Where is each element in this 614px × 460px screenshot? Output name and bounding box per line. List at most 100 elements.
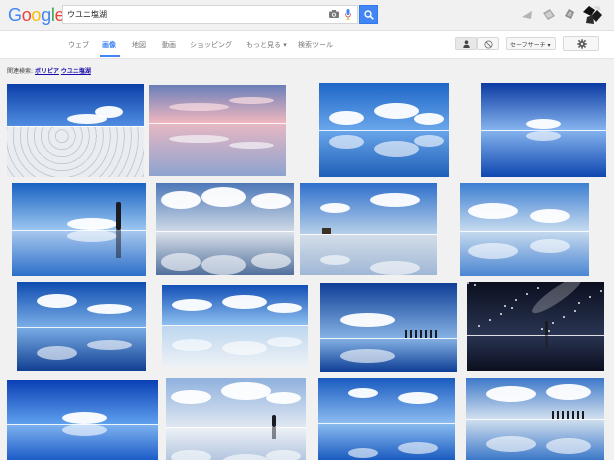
image-vehicle xyxy=(322,228,331,234)
image-cloud xyxy=(414,113,444,125)
image-cloud-reflection xyxy=(222,341,267,355)
image-star xyxy=(489,319,491,321)
image-result[interactable] xyxy=(7,380,158,460)
image-cloud xyxy=(221,382,271,400)
google-logo[interactable]: Google xyxy=(8,5,65,26)
image-person-silhouette xyxy=(404,330,407,338)
image-cloud xyxy=(222,295,267,309)
related-link-uyuni[interactable]: ウユニ塩湖 xyxy=(61,68,91,75)
image-result[interactable] xyxy=(12,183,146,276)
image-star xyxy=(504,305,506,307)
image-person-silhouette xyxy=(116,202,121,230)
image-cloud xyxy=(161,191,201,209)
safesearch-icon xyxy=(484,40,493,49)
image-sky xyxy=(17,282,146,327)
image-cloud-reflection xyxy=(266,450,301,460)
image-cloud-reflection xyxy=(546,438,591,454)
image-star xyxy=(548,330,550,332)
active-tab-indicator xyxy=(100,55,120,57)
tab-shopping[interactable]: ショッピング xyxy=(190,40,232,50)
image-result[interactable] xyxy=(300,183,437,275)
image-horizon xyxy=(467,335,604,336)
image-person-silhouette xyxy=(551,411,554,419)
image-result[interactable] xyxy=(17,282,146,371)
image-star xyxy=(600,290,602,292)
tab-search-tools[interactable]: 検索ツール xyxy=(298,40,333,50)
image-cloud xyxy=(62,412,107,424)
tab-web[interactable]: ウェブ xyxy=(68,40,89,50)
image-star xyxy=(574,310,576,312)
image-result[interactable] xyxy=(162,285,308,369)
image-person-silhouette xyxy=(409,330,412,338)
tab-more[interactable]: もっと見る ▾ xyxy=(246,40,287,50)
image-cloud xyxy=(320,203,350,213)
image-cloud xyxy=(468,203,518,219)
image-cloud xyxy=(486,386,536,402)
safe-search-button[interactable]: セーフサーチ ▾ xyxy=(506,37,556,50)
image-person-silhouette xyxy=(424,330,427,338)
image-horizon xyxy=(7,126,144,127)
image-cloud-reflection xyxy=(320,255,350,265)
image-horizon xyxy=(166,427,306,428)
image-cloud-reflection xyxy=(229,142,274,149)
image-result[interactable] xyxy=(467,282,604,371)
image-result[interactable] xyxy=(481,83,606,177)
image-cloud xyxy=(37,294,77,308)
tab-maps[interactable]: 地図 xyxy=(132,40,146,50)
related-link-bolivia[interactable]: ボリビア xyxy=(35,68,59,75)
camera-icon[interactable] xyxy=(329,10,339,18)
image-result[interactable] xyxy=(320,283,457,372)
image-person-silhouette xyxy=(419,330,422,338)
image-cloud-reflection xyxy=(37,346,77,360)
image-person-silhouette xyxy=(581,411,584,419)
image-cloud-reflection xyxy=(161,253,201,271)
image-result[interactable] xyxy=(319,83,449,177)
related-searches: 関連検索: ボリビア ウユニ塩湖 xyxy=(7,66,91,75)
image-cloud xyxy=(95,106,123,118)
image-cloud xyxy=(374,103,419,119)
share-icon[interactable] xyxy=(562,6,576,22)
image-result[interactable] xyxy=(156,183,294,275)
image-result[interactable] xyxy=(149,85,286,176)
global-results-button[interactable] xyxy=(477,37,499,50)
personal-results-button[interactable] xyxy=(455,37,477,50)
image-result[interactable] xyxy=(166,378,306,460)
image-cloud-reflection xyxy=(374,141,419,157)
image-cloud xyxy=(171,390,211,404)
image-star xyxy=(589,296,591,298)
image-horizon xyxy=(149,123,286,124)
tab-images[interactable]: 画像 xyxy=(102,40,116,50)
tab-videos[interactable]: 動画 xyxy=(162,40,176,50)
image-horizon xyxy=(460,231,589,232)
logo-letter: o xyxy=(31,5,42,25)
image-star xyxy=(478,325,480,327)
image-person-silhouette xyxy=(556,411,559,419)
gear-icon xyxy=(577,39,587,49)
mic-icon[interactable] xyxy=(345,9,351,20)
avatar[interactable] xyxy=(581,4,603,26)
apps-icon[interactable] xyxy=(520,8,534,22)
image-cloud-reflection xyxy=(87,340,132,350)
image-star xyxy=(552,322,554,324)
notifications-icon[interactable] xyxy=(541,7,557,23)
image-horizon xyxy=(300,234,437,235)
image-person-reflection xyxy=(116,230,121,258)
image-cloud xyxy=(340,313,395,327)
person-icon xyxy=(463,40,470,48)
image-horizon xyxy=(319,130,449,131)
image-person-silhouette xyxy=(545,321,548,335)
image-result[interactable] xyxy=(318,378,455,460)
search-input[interactable] xyxy=(67,7,317,22)
logo-letter: g xyxy=(41,5,51,25)
settings-button[interactable] xyxy=(563,36,599,51)
image-result[interactable] xyxy=(466,378,604,460)
image-cloud-reflection xyxy=(171,450,211,460)
image-star xyxy=(467,282,469,284)
search-button[interactable] xyxy=(359,5,378,24)
logo-letter: o xyxy=(21,5,32,25)
image-horizon xyxy=(162,325,308,326)
image-person-silhouette xyxy=(566,411,569,419)
image-result[interactable] xyxy=(460,183,589,276)
image-person-reflection xyxy=(272,427,276,439)
image-result[interactable] xyxy=(7,84,144,177)
